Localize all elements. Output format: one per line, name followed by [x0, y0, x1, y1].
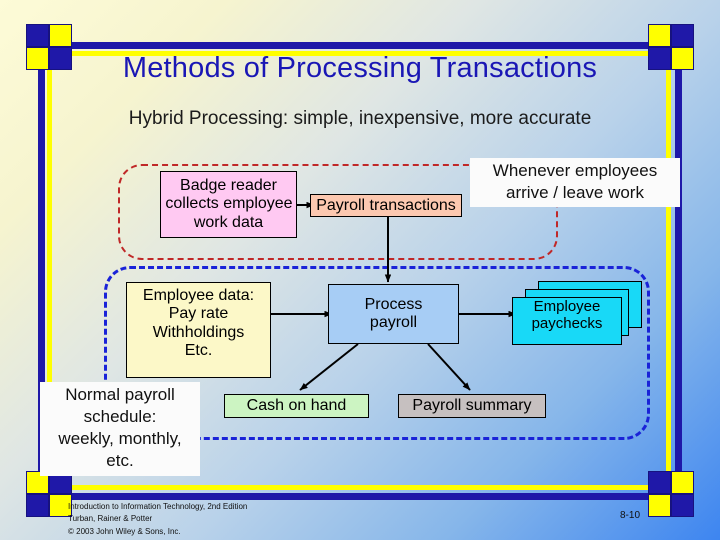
callout-normal-payroll-schedule: Normal payroll schedule: weekly, monthly… — [40, 382, 200, 477]
badge-reader-line3: work data — [193, 213, 264, 231]
payroll-summary-label: Payroll summary — [412, 397, 532, 414]
slide-title: Methods of Processing Transactions — [122, 52, 598, 84]
footer-citation: Introduction to Information Technology, … — [68, 501, 247, 538]
node-employee-paychecks[interactable]: Employee paychecks — [512, 281, 652, 345]
node-employee-data[interactable]: Employee data: Pay rate Withholdings Etc… — [126, 282, 271, 378]
payroll-transactions-label: Payroll transactions — [316, 197, 456, 214]
frame-bottom-blue-bar — [38, 493, 682, 500]
node-process-payroll[interactable]: Process payroll — [328, 284, 459, 344]
node-cash-on-hand[interactable]: Cash on hand — [224, 394, 369, 418]
process-payroll-line1: Process — [364, 296, 423, 313]
corner-ornament-bottom-right — [648, 471, 694, 517]
corner-ornament-bottom-left — [26, 471, 72, 517]
employee-data-line3: Withholdings — [152, 323, 245, 341]
cash-on-hand-label: Cash on hand — [246, 397, 347, 414]
employee-data-line2: Pay rate — [168, 305, 229, 323]
callout-whenever-line2: arrive / leave work — [506, 183, 644, 203]
process-payroll-line2: payroll — [369, 314, 418, 332]
frame-bottom-yellow-bar — [38, 485, 682, 490]
employee-data-line1: Employee data: — [142, 287, 255, 304]
slide-canvas: Methods of Processing Transactions Hybri… — [0, 0, 720, 540]
callout-whenever-employees: Whenever employees arrive / leave work — [470, 158, 680, 208]
paychecks-line2: paychecks — [531, 314, 603, 332]
badge-reader-line2: collects employee — [165, 195, 293, 213]
callout-schedule-line3: weekly, monthly, — [58, 429, 182, 449]
frame-top-blue-bar — [38, 42, 682, 49]
callout-schedule-line2: schedule: — [83, 407, 157, 427]
footer-line2: Turban, Rainer & Potter — [68, 514, 153, 524]
callout-whenever-line1: Whenever employees — [492, 161, 658, 180]
node-payroll-summary[interactable]: Payroll summary — [398, 394, 546, 418]
footer-line3: © 2003 John Wiley & Sons, Inc. — [68, 526, 181, 536]
page-number: 8-10 — [620, 510, 641, 521]
slide-subtitle: Hybrid Processing: simple, inexpensive, … — [128, 108, 592, 129]
employee-data-line4: Etc. — [184, 342, 213, 360]
node-payroll-transactions[interactable]: Payroll transactions — [310, 194, 462, 217]
callout-schedule-line4: etc. — [106, 451, 134, 471]
callout-schedule-line1: Normal payroll — [65, 385, 175, 404]
paychecks-label: Employee paychecks — [512, 298, 622, 332]
footer-line1: Introduction to Information Technology, … — [68, 502, 248, 511]
badge-reader-line1: Badge reader — [180, 177, 277, 194]
node-badge-reader[interactable]: Badge reader collects employee work data — [160, 171, 297, 238]
paychecks-line1: Employee — [533, 298, 601, 315]
